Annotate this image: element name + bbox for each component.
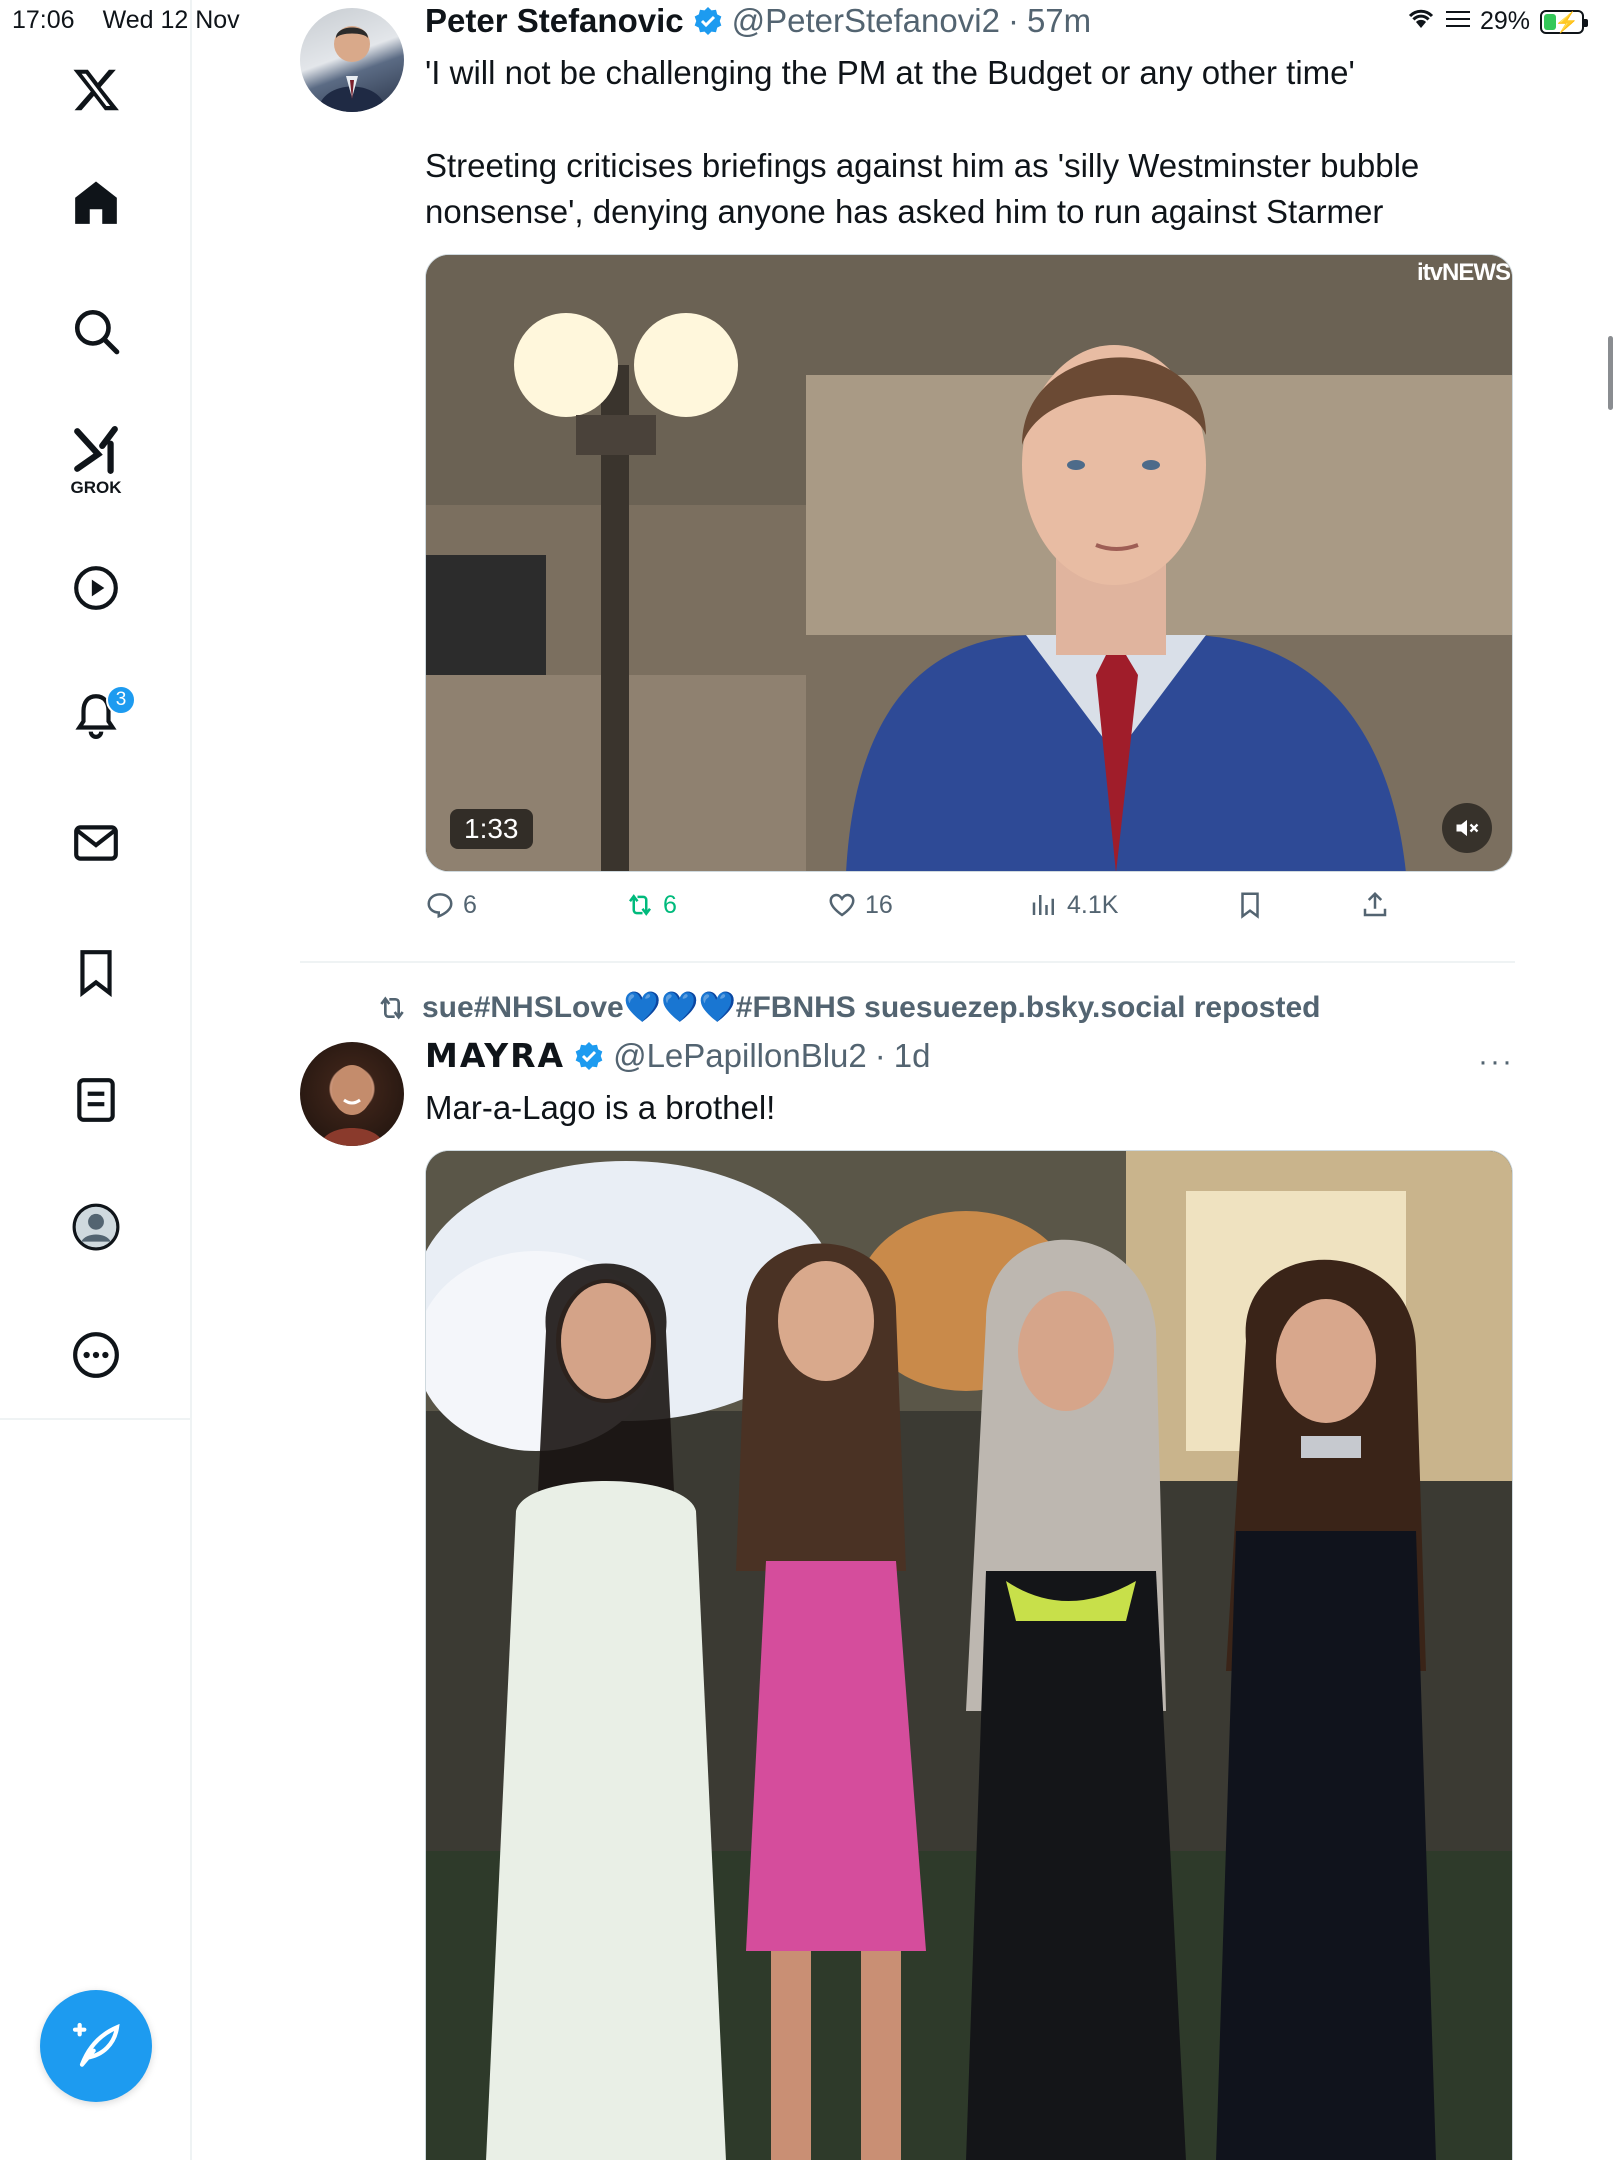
- repost-count: 6: [663, 890, 677, 919]
- status-bar-right: 29% ⚡: [1406, 6, 1588, 37]
- home-icon[interactable]: [66, 173, 126, 233]
- video-duration: 1:33: [450, 809, 533, 849]
- author-handle[interactable]: @LePapillonBlu2: [613, 1037, 867, 1075]
- more-icon[interactable]: [66, 1325, 126, 1385]
- search-icon[interactable]: [66, 301, 126, 361]
- video-icon[interactable]: [66, 558, 126, 618]
- avatar[interactable]: [300, 1042, 404, 1146]
- lists-icon[interactable]: [66, 1070, 126, 1130]
- itv-news-watermark: itvNEWS: [1416, 259, 1511, 286]
- bookmark-icon: [1241, 892, 1259, 919]
- wifi-icon: [1406, 6, 1436, 37]
- muted-speaker-icon: [1456, 819, 1479, 837]
- scrollbar[interactable]: [1608, 336, 1613, 410]
- battery-percent: 29%: [1479, 7, 1530, 35]
- bookmarks-icon[interactable]: [66, 942, 126, 1002]
- battery-icon: ⚡: [1540, 9, 1588, 34]
- dot-separator: ·: [1007, 2, 1019, 39]
- tweet-header: Peter Stefanovic @PeterStefanovi2 · 57m: [425, 2, 1091, 40]
- verified-badge-icon: [575, 1041, 603, 1070]
- profile-icon[interactable]: [66, 1197, 126, 1257]
- author-name[interactable]: Peter Stefanovic: [425, 2, 684, 40]
- sidebar-border: [190, 1420, 192, 2160]
- tweet-text-line2: Streeting criticises briefings against h…: [425, 147, 1420, 230]
- photo-content: [426, 1151, 1512, 2160]
- messages-icon[interactable]: [66, 813, 126, 873]
- tweet-actions: 6 6 16 4.1K: [425, 890, 1513, 930]
- tweet-header: MAYRA @LePapillonBlu2 · 1d: [425, 1036, 930, 1075]
- tweet-text: Mar-a-Lago is a brothel!: [425, 1089, 776, 1126]
- reply-count: 6: [463, 890, 477, 919]
- author-name[interactable]: MAYRA: [425, 1036, 565, 1075]
- share-button[interactable]: [1360, 890, 1390, 920]
- reply-button[interactable]: 6: [425, 890, 477, 920]
- grok-icon[interactable]: [66, 420, 126, 480]
- tweet-divider: [300, 961, 1515, 963]
- views-chart-icon: [1032, 895, 1054, 915]
- more-options-icon[interactable]: ···: [1478, 1045, 1514, 1079]
- like-count: 16: [865, 890, 893, 919]
- mute-button[interactable]: [1442, 803, 1492, 853]
- sidebar-nav: GROK 3: [0, 0, 192, 1420]
- list-status-icon: [1445, 7, 1470, 36]
- x-logo-icon[interactable]: [66, 60, 126, 120]
- views-count: 4.1K: [1067, 890, 1119, 919]
- compose-icon: [72, 2022, 120, 2067]
- notifications-badge: 3: [106, 685, 136, 715]
- verified-badge-icon: [694, 7, 721, 35]
- tweet-time[interactable]: 57m: [1027, 2, 1091, 40]
- tweet-image[interactable]: [425, 1150, 1513, 2160]
- reply-icon: [427, 893, 453, 919]
- views-button[interactable]: 4.1K: [1029, 890, 1118, 920]
- video-player[interactable]: itvNEWS 1:33: [425, 254, 1513, 872]
- avatar[interactable]: [300, 8, 404, 112]
- bookmark-button[interactable]: [1235, 890, 1265, 920]
- repost-context[interactable]: sue#NHSLove💙💙💙#FBNHS suesuezep.bsky.soci…: [376, 990, 1320, 1025]
- heart-icon: [829, 893, 855, 917]
- like-button[interactable]: 16: [827, 890, 893, 920]
- author-handle[interactable]: @PeterStefanovi2: [732, 2, 1000, 40]
- repost-icon: [629, 894, 651, 916]
- reposted-by-text[interactable]: sue#NHSLove💙💙💙#FBNHS suesuezep.bsky.soci…: [422, 990, 1320, 1025]
- tweet-time[interactable]: 1d: [894, 1037, 931, 1075]
- compose-button[interactable]: [40, 1990, 152, 2102]
- video-frame: [426, 255, 1512, 871]
- dot-separator: ·: [874, 1036, 886, 1074]
- share-icon: [1363, 891, 1387, 917]
- repost-button[interactable]: 6: [625, 890, 677, 920]
- tweet-text-line1: 'I will not be challenging the PM at the…: [425, 54, 1355, 91]
- grok-label: GROK: [70, 478, 122, 497]
- repost-icon: [380, 995, 404, 1020]
